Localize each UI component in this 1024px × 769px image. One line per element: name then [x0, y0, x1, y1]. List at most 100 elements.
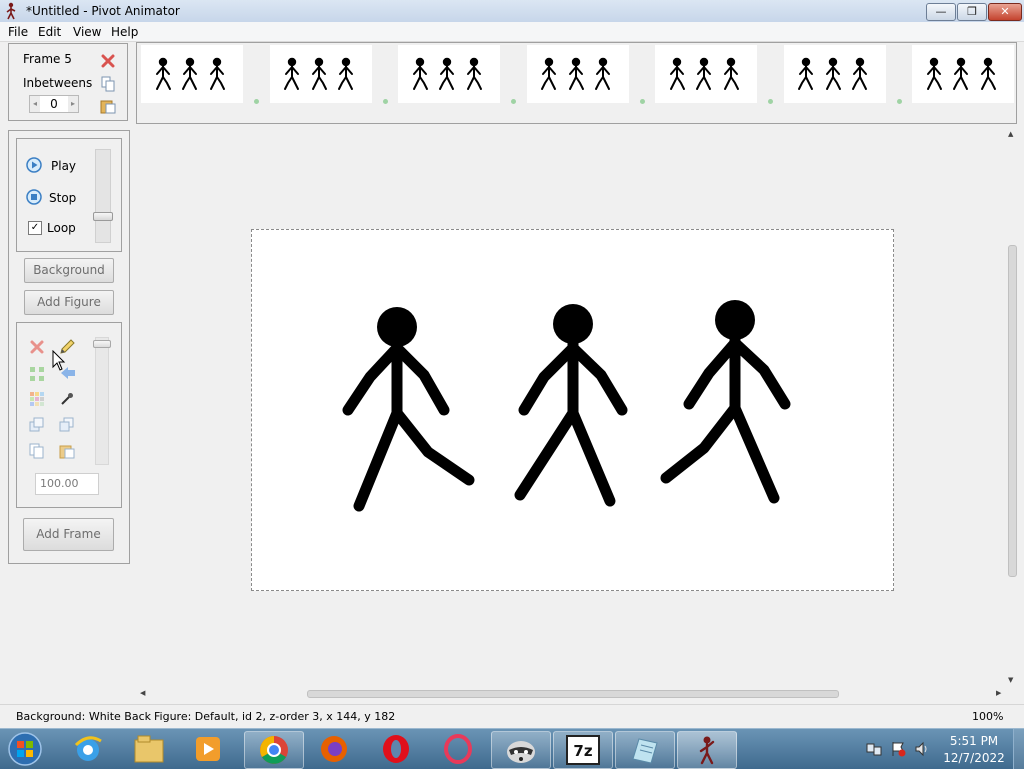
thumbnail-stick-figure — [696, 57, 711, 90]
stick-figure-3-head[interactable] — [715, 300, 755, 340]
inbetweens-stepper[interactable]: ◂ 0 ▸ — [29, 95, 79, 113]
thumbnail-stick-figure — [568, 57, 584, 90]
frame-thumbnail-figures — [670, 57, 739, 90]
vertical-scroll-thumb[interactable] — [1008, 245, 1017, 577]
horizontal-scroll-thumb[interactable] — [307, 690, 839, 698]
inbetween-marker — [254, 99, 259, 104]
menu-file[interactable]: File — [8, 25, 28, 39]
frame-thumbnail-4[interactable] — [526, 45, 629, 103]
delete-frame-icon[interactable] — [101, 54, 115, 68]
menu-help[interactable]: Help — [111, 25, 138, 39]
frame-thumbnail-5[interactable] — [655, 45, 757, 103]
stick-figure-1[interactable] — [342, 334, 475, 512]
frame-thumbnail-1[interactable] — [141, 45, 243, 103]
stick-figure-2[interactable] — [514, 334, 628, 507]
chrome-taskbar-button[interactable] — [244, 731, 304, 769]
scale-slider-handle[interactable] — [93, 340, 111, 348]
stick-figure-2-head[interactable] — [553, 304, 593, 344]
stick-figure-3[interactable] — [660, 329, 791, 504]
bring-forward-icon[interactable] — [29, 417, 45, 433]
notepad-taskbar-button[interactable] — [615, 731, 675, 769]
thumbnail-stick-figure — [182, 57, 197, 90]
7zip-taskbar-button[interactable]: 7z — [553, 731, 613, 769]
play-label[interactable]: Play — [51, 159, 76, 173]
status-figure: Figure: Default, id 2, z-order 3, x 144,… — [154, 710, 396, 723]
play-icon[interactable] — [26, 157, 42, 173]
status-bar: Background: White Back Figure: Default, … — [0, 704, 1024, 729]
menu-view[interactable]: View — [73, 25, 101, 39]
opera-gx-icon[interactable] — [442, 733, 474, 765]
scroll-up-icon[interactable]: ▲ — [1008, 130, 1013, 138]
stick-figure-1-head[interactable] — [377, 307, 417, 347]
clock-time[interactable]: 5:51 PM — [940, 734, 1008, 748]
thumbnail-stick-figure — [413, 57, 428, 90]
frame-thumbnail-2[interactable] — [269, 45, 372, 103]
file-explorer-icon[interactable] — [133, 734, 165, 764]
7zip-icon: 7z — [566, 735, 600, 765]
network-icon[interactable] — [866, 741, 882, 757]
chrome-icon — [260, 736, 288, 764]
playback-group: Play Stop ✓ Loop — [16, 138, 122, 252]
scale-slider-track[interactable] — [93, 337, 111, 465]
background-button[interactable]: Background — [24, 258, 114, 283]
taskbar: 7z 5:51 PM 12/7/2022 — [0, 728, 1024, 769]
delete-figure-icon[interactable] — [29, 339, 45, 355]
stop-label[interactable]: Stop — [49, 191, 76, 205]
copy-frame-icon[interactable] — [101, 76, 115, 92]
firefox-icon[interactable] — [318, 733, 350, 765]
frame-thumbnail-3[interactable] — [398, 45, 500, 103]
volume-icon[interactable] — [914, 741, 930, 757]
thumbnail-stick-figure — [467, 57, 482, 90]
scale-input[interactable]: 100.00 — [35, 473, 99, 495]
close-button[interactable]: ✕ — [988, 3, 1022, 21]
pivot-animator-icon — [699, 736, 715, 765]
canvas[interactable] — [251, 229, 894, 591]
thumbnail-stick-figure — [797, 57, 813, 90]
thumbnail-stick-figure — [825, 57, 841, 90]
inbetweens-label: Inbetweens — [23, 76, 93, 90]
frame-thumbnail-7[interactable] — [912, 45, 1014, 103]
maximize-button[interactable]: ❐ — [957, 3, 987, 21]
loop-checkbox[interactable]: ✓ — [28, 221, 42, 235]
scroll-right-icon[interactable]: ▶ — [996, 689, 1001, 697]
vertical-scrollbar[interactable]: ▲ ▼ — [1007, 130, 1017, 686]
add-frame-button[interactable]: Add Frame — [23, 518, 114, 551]
paste-figure-icon[interactable] — [59, 443, 75, 459]
speed-slider-track[interactable] — [93, 149, 113, 243]
timeline[interactable] — [136, 42, 1017, 124]
menu-edit[interactable]: Edit — [38, 25, 61, 39]
media-player-icon[interactable] — [193, 734, 223, 764]
action-center-icon[interactable] — [890, 741, 906, 757]
frame-thumbnail-figures — [797, 57, 867, 90]
copy-figure-icon[interactable] — [29, 443, 45, 459]
clock-date[interactable]: 12/7/2022 — [940, 751, 1008, 765]
internet-explorer-icon[interactable] — [72, 733, 104, 765]
send-backward-icon[interactable] — [59, 417, 75, 433]
raccoon-taskbar-button[interactable] — [491, 731, 551, 769]
paste-frame-icon[interactable] — [100, 98, 116, 114]
scroll-left-icon[interactable]: ◀ — [140, 689, 145, 697]
join-figure-icon[interactable] — [29, 366, 45, 382]
minimize-button[interactable]: — — [926, 3, 956, 21]
loop-label[interactable]: Loop — [47, 221, 76, 235]
stop-icon[interactable] — [26, 189, 42, 205]
stepper-left-icon[interactable]: ◂ — [30, 96, 40, 112]
color-figure-icon[interactable] — [29, 391, 45, 407]
eyedropper-icon[interactable] — [59, 391, 75, 407]
thumbnail-stick-figure — [337, 57, 353, 90]
stepper-right-icon[interactable]: ▸ — [68, 96, 78, 112]
show-desktop-button[interactable] — [1013, 729, 1024, 769]
add-figure-button[interactable]: Add Figure — [24, 290, 114, 315]
title-bar: *Untitled - Pivot Animator — ❐ ✕ — [0, 0, 1024, 23]
inbetween-marker — [896, 99, 902, 104]
horizontal-scrollbar[interactable]: ◀ ▶ — [140, 688, 1007, 700]
frame-thumbnail-figures — [283, 57, 353, 90]
scale-value[interactable]: 100.00 — [40, 477, 79, 490]
start-orb-icon[interactable] — [6, 731, 44, 767]
speed-slider-handle[interactable] — [93, 212, 113, 221]
inbetweens-value[interactable]: 0 — [40, 97, 68, 111]
frame-thumbnail-6[interactable] — [783, 45, 886, 103]
scroll-down-icon[interactable]: ▼ — [1008, 676, 1013, 684]
pivot-taskbar-button[interactable] — [677, 731, 737, 769]
opera-icon[interactable] — [380, 733, 412, 765]
